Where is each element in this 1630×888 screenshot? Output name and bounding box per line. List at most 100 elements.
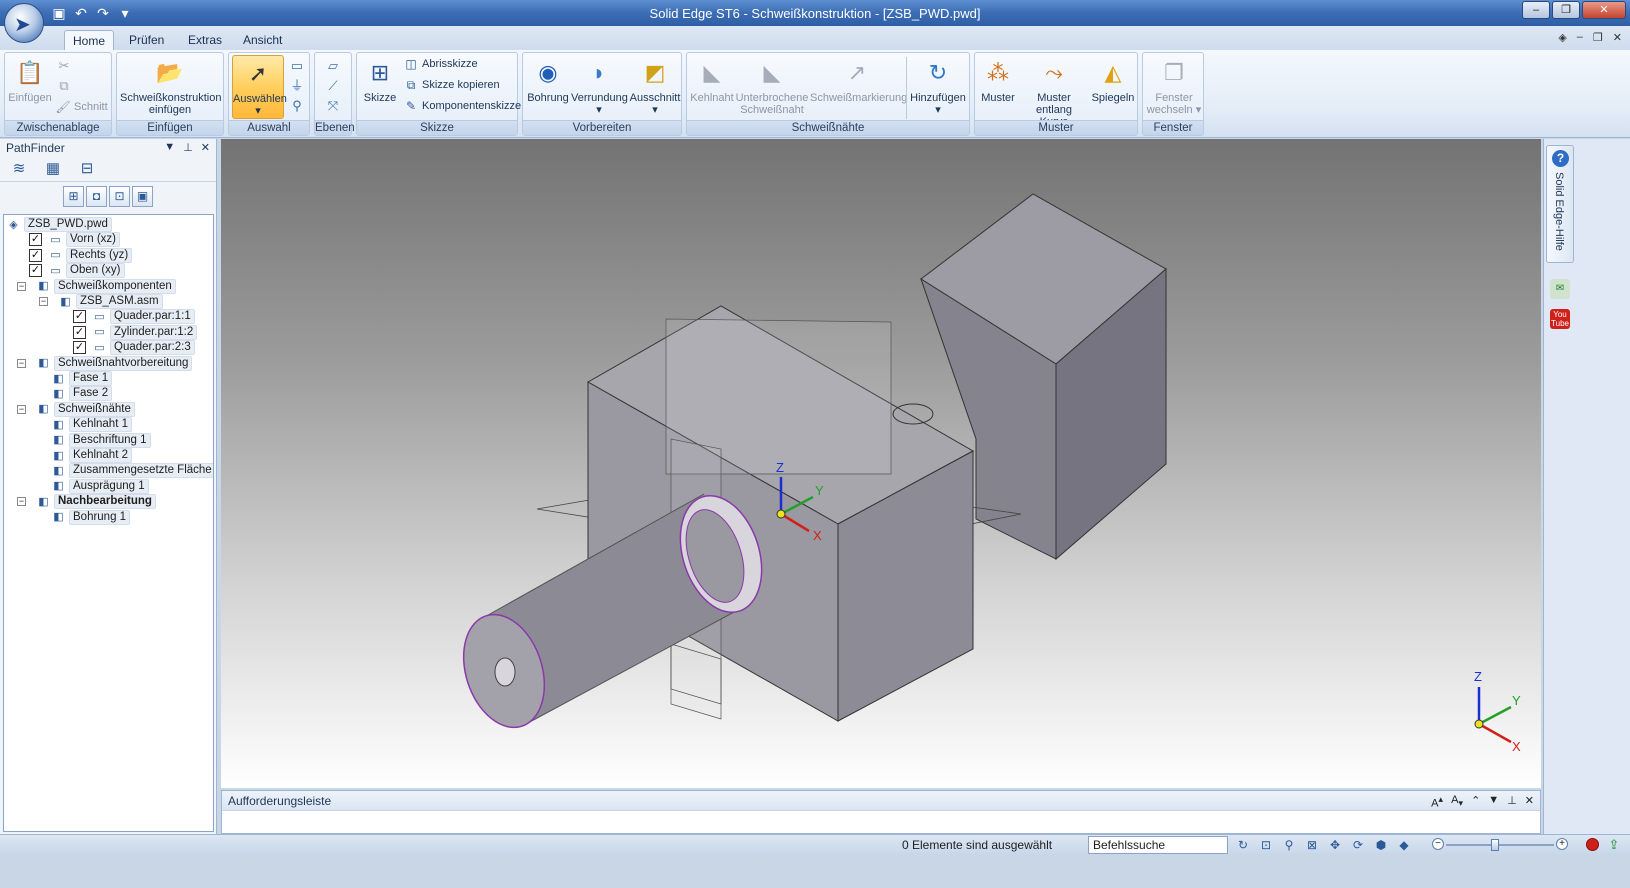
- panel-close-icon[interactable]: ✕: [201, 141, 210, 154]
- application-button[interactable]: ➤: [4, 3, 44, 43]
- paste-button[interactable]: 📋 Einfügen: [8, 55, 52, 104]
- tree-item[interactable]: ◧ Beschriftung 1: [51, 432, 151, 448]
- collapse-toggle-icon[interactable]: −: [17, 358, 26, 368]
- plane-angle-icon[interactable]: ⟋: [324, 77, 342, 95]
- 3d-viewport[interactable]: Z Y X Z Y X: [221, 139, 1541, 788]
- schnitt-button[interactable]: 🖌 Schnitt: [55, 98, 107, 116]
- collapse-toggle-icon[interactable]: −: [17, 404, 26, 414]
- fenster-wechseln-button[interactable]: ❐ Fenster wechseln ▾: [1146, 55, 1202, 116]
- doc-restore-button[interactable]: ❐: [1593, 31, 1603, 44]
- show-active-icon[interactable]: ▣: [132, 186, 153, 207]
- select-box-icon[interactable]: ▭: [288, 57, 306, 75]
- verrundung-button[interactable]: ◗ Verrundung ▾: [571, 55, 628, 116]
- abriss-sketch-button[interactable]: ◫ Abrisskizze: [403, 55, 477, 73]
- font-decrease-icon[interactable]: A▾: [1451, 794, 1463, 810]
- maximize-button[interactable]: ❐: [1552, 1, 1580, 19]
- tree-item[interactable]: − ◧ Schweißnahtvorbereitung: [17, 355, 193, 371]
- tree-item[interactable]: ✓ ▭ Vorn (xz): [29, 232, 121, 248]
- tree-item[interactable]: ✓ ▭ Quader.par:2:3: [73, 340, 195, 356]
- component-sketch-button[interactable]: ✎ Komponentenskizze: [403, 97, 521, 115]
- muster-button[interactable]: ⁂ Muster: [978, 55, 1018, 104]
- show-features-icon[interactable]: ◘: [86, 186, 107, 207]
- cut-icon[interactable]: ✂: [55, 57, 73, 75]
- tree-item[interactable]: ✓ ▭ Quader.par:1:1: [73, 309, 195, 325]
- community-icon[interactable]: ✉: [1550, 279, 1570, 299]
- visibility-checkbox[interactable]: ✓: [29, 233, 42, 247]
- tree-item[interactable]: ✓ ▭ Zylinder.par:1:2: [73, 324, 198, 340]
- kehlnaht-button[interactable]: ◣ Kehlnaht: [690, 55, 734, 104]
- panel-menu-icon[interactable]: ▼: [1488, 794, 1499, 810]
- tree-item[interactable]: ◧ Ausprägung 1: [51, 478, 149, 494]
- spiegeln-button[interactable]: ◭ Spiegeln: [1091, 55, 1135, 104]
- refresh-icon[interactable]: ↻: [1234, 836, 1252, 854]
- options-icon[interactable]: ◈: [1558, 31, 1566, 44]
- fit-icon[interactable]: ⊠: [1303, 836, 1321, 854]
- copy-icon[interactable]: ⧉: [55, 77, 73, 95]
- panel-menu-icon[interactable]: ▼: [164, 141, 175, 154]
- tree-item[interactable]: ◈ ZSB_PWD.pwd: [6, 217, 112, 232]
- tree-item[interactable]: ◧ Bohrung 1: [51, 509, 131, 525]
- pin-icon[interactable]: ⊥: [1507, 794, 1517, 810]
- tree-item[interactable]: − ◧ ZSB_ASM.asm: [39, 294, 163, 309]
- show-assembly-icon[interactable]: ⊡: [109, 186, 130, 207]
- tree-view-icon[interactable]: ⊟: [76, 159, 98, 179]
- visibility-checkbox[interactable]: ✓: [73, 310, 86, 324]
- tree-item[interactable]: ◧ Fase 1: [51, 371, 113, 386]
- zoom-out-icon[interactable]: −: [1432, 838, 1444, 850]
- tab-extras[interactable]: Extras: [180, 30, 230, 50]
- collapse-toggle-icon[interactable]: −: [17, 281, 26, 291]
- zoom-slider[interactable]: − +: [1432, 838, 1568, 851]
- zoom-thumb[interactable]: [1491, 839, 1499, 851]
- visibility-checkbox[interactable]: ✓: [73, 325, 86, 339]
- collapse-toggle-icon[interactable]: −: [17, 497, 26, 507]
- zoom-in-icon[interactable]: +: [1556, 838, 1568, 850]
- youtube-icon[interactable]: You Tube: [1550, 309, 1570, 329]
- tree-item[interactable]: ◧ Kehlnaht 1: [51, 417, 132, 433]
- sketch-button[interactable]: ⊞ Skizze: [360, 55, 400, 104]
- tree-item[interactable]: ◧ Fase 2: [51, 386, 113, 402]
- zoom-icon[interactable]: ⚲: [1280, 836, 1298, 854]
- unterbrochene-schweissnaht-button[interactable]: ◣ Unterbrochene Schweißnaht: [735, 55, 809, 116]
- visibility-checkbox[interactable]: ✓: [73, 341, 86, 355]
- copy-sketch-button[interactable]: ⧉ Skizze kopieren: [403, 76, 500, 94]
- palette-icon[interactable]: ▦: [42, 159, 64, 179]
- collapse-toggle-icon[interactable]: −: [39, 297, 48, 306]
- pan-icon[interactable]: ✥: [1326, 836, 1344, 854]
- doc-close-button[interactable]: ✕: [1613, 31, 1622, 44]
- zoom-area-icon[interactable]: ⊡: [1257, 836, 1275, 854]
- tree-item[interactable]: ✓ ▭ Rechts (yz): [29, 247, 133, 263]
- tree-item[interactable]: − ◧ Schweißnähte: [17, 401, 135, 417]
- shading-icon[interactable]: ◆: [1395, 836, 1413, 854]
- doc-minimize-button[interactable]: –: [1577, 31, 1583, 44]
- tab-ansicht[interactable]: Ansicht: [235, 30, 290, 50]
- layers-icon[interactable]: ≋: [8, 159, 30, 179]
- tree-item[interactable]: ◧ Kehlnaht 2: [51, 448, 132, 463]
- panel-close-icon[interactable]: ✕: [1525, 794, 1534, 810]
- pin-icon[interactable]: ⊥: [183, 141, 193, 154]
- collapse-up-icon[interactable]: ⌃: [1471, 794, 1480, 810]
- select-button[interactable]: ➚ Auswählen ▾: [232, 55, 287, 119]
- command-search-input[interactable]: [1088, 836, 1228, 854]
- select-tools-icon[interactable]: ⚲: [288, 97, 306, 115]
- insert-weldment-button[interactable]: 📂 Schweißkonstruktion einfügen: [120, 55, 222, 116]
- tab-pruefen[interactable]: Prüfen: [121, 30, 172, 50]
- minimize-button[interactable]: –: [1522, 1, 1550, 19]
- tree-item[interactable]: − ◧ Nachbearbeitung: [17, 494, 156, 510]
- tab-home[interactable]: Home: [64, 30, 115, 50]
- schweissmarkierung-button[interactable]: ↗ Schweißmarkierung: [810, 55, 907, 104]
- visibility-checkbox[interactable]: ✓: [29, 264, 42, 278]
- tree-item[interactable]: ◧ Zusammengesetzte Fläche: [51, 463, 213, 479]
- visibility-checkbox[interactable]: ✓: [29, 248, 42, 262]
- close-button[interactable]: ✕: [1582, 1, 1626, 19]
- ausschnitt-button[interactable]: ◩ Ausschnitt ▾: [629, 55, 681, 116]
- muster-entlang-kurve-button[interactable]: ⤳ Muster entlang Kurve: [1018, 55, 1090, 128]
- hinzufuegen-button[interactable]: ↻ Hinzufügen ▾: [909, 55, 967, 116]
- tree-item[interactable]: ✓ ▭ Oben (xy): [29, 263, 125, 279]
- coordinate-system-icon[interactable]: ⤧: [324, 97, 342, 115]
- rotate-icon[interactable]: ⟳: [1349, 836, 1367, 854]
- view-cube-icon[interactable]: ⬢: [1372, 836, 1390, 854]
- plane-icon[interactable]: ▱: [324, 57, 342, 75]
- tree-item[interactable]: − ◧ Schweißkomponenten: [17, 278, 176, 294]
- bohrung-button[interactable]: ◉ Bohrung: [526, 55, 570, 104]
- filter-icon[interactable]: ⏚: [288, 77, 306, 95]
